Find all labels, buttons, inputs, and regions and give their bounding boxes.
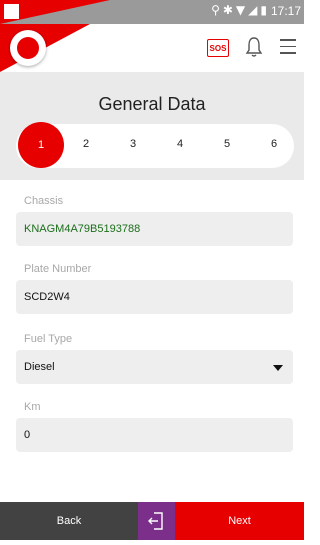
step-4[interactable]: 4	[170, 138, 190, 150]
status-icons: ⚲✱▼◢▮	[211, 3, 270, 17]
step-2[interactable]: 2	[76, 138, 96, 150]
header-section: General Data 1 2 3 4 5 6	[0, 72, 304, 180]
signal-icon: ◢	[248, 3, 261, 17]
exit-icon	[148, 512, 163, 530]
step-3[interactable]: 3	[123, 138, 143, 150]
status-time: 17:17	[270, 4, 301, 18]
vodafone-logo[interactable]	[10, 30, 46, 66]
step-5[interactable]: 5	[217, 138, 237, 150]
back-button[interactable]: Back	[0, 502, 138, 540]
step-indicator: 1 2 3 4 5 6	[16, 122, 294, 168]
plate-number-field[interactable]: SCD2W4	[16, 280, 293, 314]
notification-icon	[4, 4, 19, 19]
plate-number-label: Plate Number	[24, 263, 92, 275]
exit-button[interactable]	[138, 502, 175, 540]
step-1[interactable]: 1	[18, 122, 64, 168]
chassis-label: Chassis	[24, 195, 64, 207]
battery-icon: ▮	[260, 3, 270, 17]
bell-icon[interactable]	[245, 36, 263, 58]
footer-bar: Back Next	[0, 502, 304, 540]
dropdown-arrow-icon	[273, 365, 283, 371]
bluetooth-icon: ✱	[222, 3, 236, 17]
km-field[interactable]: 0	[16, 418, 293, 452]
location-icon: ⚲	[211, 3, 223, 17]
wifi-icon: ▼	[235, 3, 249, 17]
menu-icon[interactable]	[280, 39, 296, 55]
app-bar: SOS	[0, 24, 304, 72]
chassis-field[interactable]: KNAGM4A79B5193788	[16, 212, 293, 246]
fuel-type-label: Fuel Type	[24, 333, 73, 345]
sos-button[interactable]: SOS	[207, 39, 229, 57]
next-button[interactable]: Next	[175, 502, 304, 540]
fuel-type-value: Diesel	[24, 361, 55, 373]
page-title: General Data	[98, 94, 206, 114]
status-bar: ⚲✱▼◢▮ 17:17	[0, 0, 304, 24]
fuel-type-select[interactable]: Diesel	[16, 350, 293, 384]
km-label: Km	[24, 401, 41, 413]
step-6[interactable]: 6	[264, 138, 284, 150]
